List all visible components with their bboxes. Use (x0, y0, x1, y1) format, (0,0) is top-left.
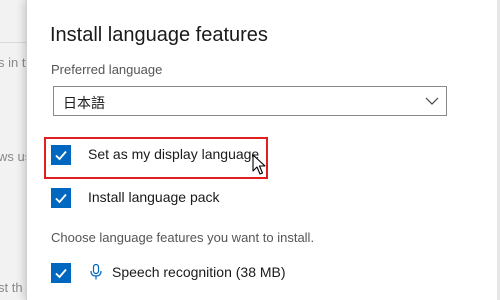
mouse-pointer-icon (252, 154, 266, 175)
microphone-icon (90, 264, 102, 280)
preferred-language-label: Preferred language (51, 62, 163, 77)
checkbox-checked-icon[interactable] (51, 188, 71, 208)
chevron-down-icon (425, 97, 439, 105)
language-pack-label: Install language pack (88, 189, 220, 205)
dialog-title: Install language features (50, 24, 268, 46)
display-language-label: Set as my display language (88, 146, 260, 162)
preferred-language-dropdown[interactable]: 日本語 (53, 86, 447, 116)
preferred-language-value: 日本語 (63, 95, 105, 111)
speech-recognition-label: Speech recognition (38 MB) (112, 264, 286, 280)
display-language-checkbox-row[interactable]: Set as my display language (51, 145, 261, 169)
speech-recognition-checkbox-row[interactable]: Speech recognition (38 MB) (51, 263, 291, 287)
checkbox-checked-icon[interactable] (51, 263, 71, 283)
install-language-features-dialog: Install language features Preferred lang… (26, 0, 500, 300)
features-prompt: Choose language features you want to ins… (51, 230, 315, 245)
checkbox-checked-icon[interactable] (51, 145, 71, 165)
background-text-fragment: st th (0, 280, 23, 295)
language-pack-checkbox-row[interactable]: Install language pack (51, 188, 251, 212)
